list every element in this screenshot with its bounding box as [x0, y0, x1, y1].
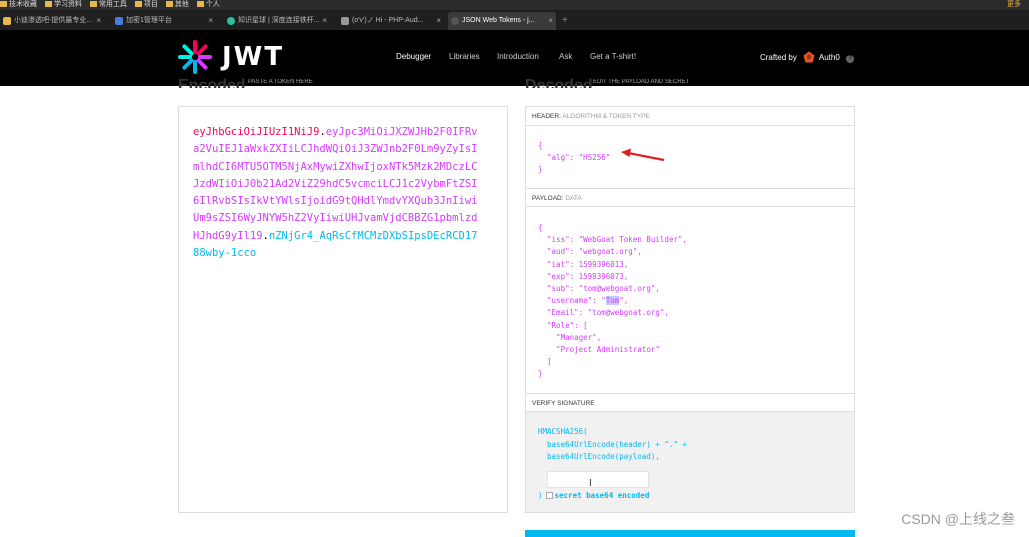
- bookmarks-bar: 技术收藏 学习资料 常用工具 项目 其他 个人 更多: [0, 0, 1029, 10]
- folder-icon: [44, 1, 52, 7]
- encoded-subtitle: PASTE A TOKEN HERE: [248, 79, 313, 85]
- token-header-part: eyJhbGciOiJIUzI1NiJ9: [193, 126, 320, 138]
- bookmark-item[interactable]: 学习资料: [44, 0, 82, 10]
- tab-label: (o'v')ノ Hi - PHP-Aud...: [352, 17, 424, 24]
- encoded-title: Encoded: [178, 78, 246, 88]
- bookmark-item[interactable]: 常用工具: [89, 0, 127, 10]
- bookmark-item[interactable]: 其他: [165, 0, 189, 10]
- verify-signature-title: VERIFY SIGNATURE: [526, 393, 854, 412]
- favicon-icon: [227, 17, 235, 25]
- bookmark-item[interactable]: 个人: [196, 0, 220, 10]
- browser-tab-active[interactable]: JSON Web Tokens - j... ×: [448, 12, 556, 30]
- close-icon[interactable]: ×: [436, 12, 441, 30]
- favicon-icon: [3, 17, 11, 25]
- browser-tab[interactable]: 知识星球 | 深度连接铁杆... ×: [224, 12, 330, 30]
- browser-tab[interactable]: 加密1管理平台 ×: [112, 12, 216, 30]
- alg-line: "alg": "HS256": [538, 153, 611, 163]
- nav-tshirt[interactable]: Get a T-shirt!: [590, 52, 636, 61]
- token-payload-part: eyJpc3MiOiJXZWJHb2F0IFRva2VuIEJ1aWxkZXIi…: [193, 126, 478, 242]
- signature-footer: ) secret base64 encoded: [538, 491, 650, 500]
- folder-icon: [89, 1, 97, 7]
- bookmark-other[interactable]: 更多: [1007, 0, 1021, 10]
- signature-code: HMACSHA256( base64UrlEncode(header) + ".…: [538, 427, 688, 461]
- tab-label: JSON Web Tokens - j...: [462, 17, 535, 24]
- username-value-selection[interactable]: Tom: [605, 296, 620, 306]
- bookmark-item[interactable]: 项目: [134, 0, 158, 10]
- payload-section-title: PAYLOAD: DATA: [526, 188, 854, 207]
- folder-icon: [196, 1, 204, 7]
- annotation-arrow-icon: [621, 148, 665, 162]
- close-icon[interactable]: ×: [322, 12, 327, 30]
- nav-libraries[interactable]: Libraries: [449, 52, 480, 61]
- crafted-by[interactable]: Crafted by Auth0 ?: [760, 51, 854, 63]
- signature-verified-bar: [525, 530, 855, 537]
- tab-label: 加密1管理平台: [126, 17, 172, 24]
- nav-introduction[interactable]: Introduction: [497, 52, 539, 61]
- header-json-editor[interactable]: { "alg": "HS256"}: [538, 140, 610, 177]
- auth0-icon: [803, 51, 815, 63]
- favicon-icon: [341, 17, 349, 25]
- decoded-title: Decoded: [525, 78, 593, 88]
- new-tab-icon[interactable]: +: [562, 12, 568, 30]
- close-icon[interactable]: ×: [208, 12, 213, 30]
- site-header: JWT Debugger Libraries Introduction Ask …: [0, 30, 1029, 86]
- logo-text: JWT: [222, 42, 285, 72]
- close-icon[interactable]: ×: [548, 12, 553, 30]
- signature-section: HMACSHA256( base64UrlEncode(header) + ".…: [526, 412, 854, 512]
- bookmark-item[interactable]: 技术收藏: [0, 0, 37, 10]
- jwt-logo-icon[interactable]: [178, 40, 212, 74]
- secret-input[interactable]: [547, 471, 649, 488]
- payload-json-editor[interactable]: { "iss": "WebGoat Token Builder", "aud":…: [538, 222, 687, 381]
- header-section-title: HEADER: ALGORITHM & TOKEN TYPE: [526, 107, 854, 126]
- encoded-token-text[interactable]: eyJhbGciOiJIUzI1NiJ9.eyJpc3MiOiJXZWJHb2F…: [193, 124, 483, 262]
- browser-tab[interactable]: 小迪渗透吧-提供最专业... ×: [0, 12, 104, 30]
- nav-ask[interactable]: Ask: [559, 52, 572, 61]
- folder-icon: [134, 1, 142, 7]
- folder-icon: [0, 1, 7, 7]
- close-icon[interactable]: ×: [96, 12, 101, 30]
- favicon-icon: [115, 17, 123, 25]
- nav-debugger[interactable]: Debugger: [396, 52, 431, 61]
- help-icon[interactable]: ?: [846, 55, 854, 63]
- tab-label: 小迪渗透吧-提供最专业...: [14, 17, 93, 24]
- folder-icon: [165, 1, 173, 7]
- text-cursor-icon: I: [589, 478, 592, 489]
- auth0-label: Auth0: [818, 53, 840, 62]
- browser-tab[interactable]: (o'v')ノ Hi - PHP-Aud... ×: [338, 12, 444, 30]
- decoded-panel: HEADER: ALGORITHM & TOKEN TYPE { "alg": …: [525, 106, 855, 513]
- crafted-by-label: Crafted by: [759, 53, 797, 62]
- base64-checkbox[interactable]: [545, 492, 553, 499]
- tab-strip: 小迪渗透吧-提供最专业... × 加密1管理平台 × 知识星球 | 深度连接铁杆…: [0, 10, 1029, 30]
- tab-label: 知识星球 | 深度连接铁杆...: [238, 17, 320, 24]
- favicon-icon: [451, 17, 459, 25]
- encoded-token-editor[interactable]: eyJhbGciOiJIUzI1NiJ9.eyJpc3MiOiJXZWJHb2F…: [178, 106, 508, 513]
- watermark: CSDN @上线之叁: [901, 511, 1015, 527]
- username-line: "username": "Tom",: [538, 296, 629, 306]
- decoded-subtitle: EDIT THE PAYLOAD AND SECRET: [593, 79, 690, 85]
- secret-base64-label: secret base64 encoded: [554, 491, 650, 500]
